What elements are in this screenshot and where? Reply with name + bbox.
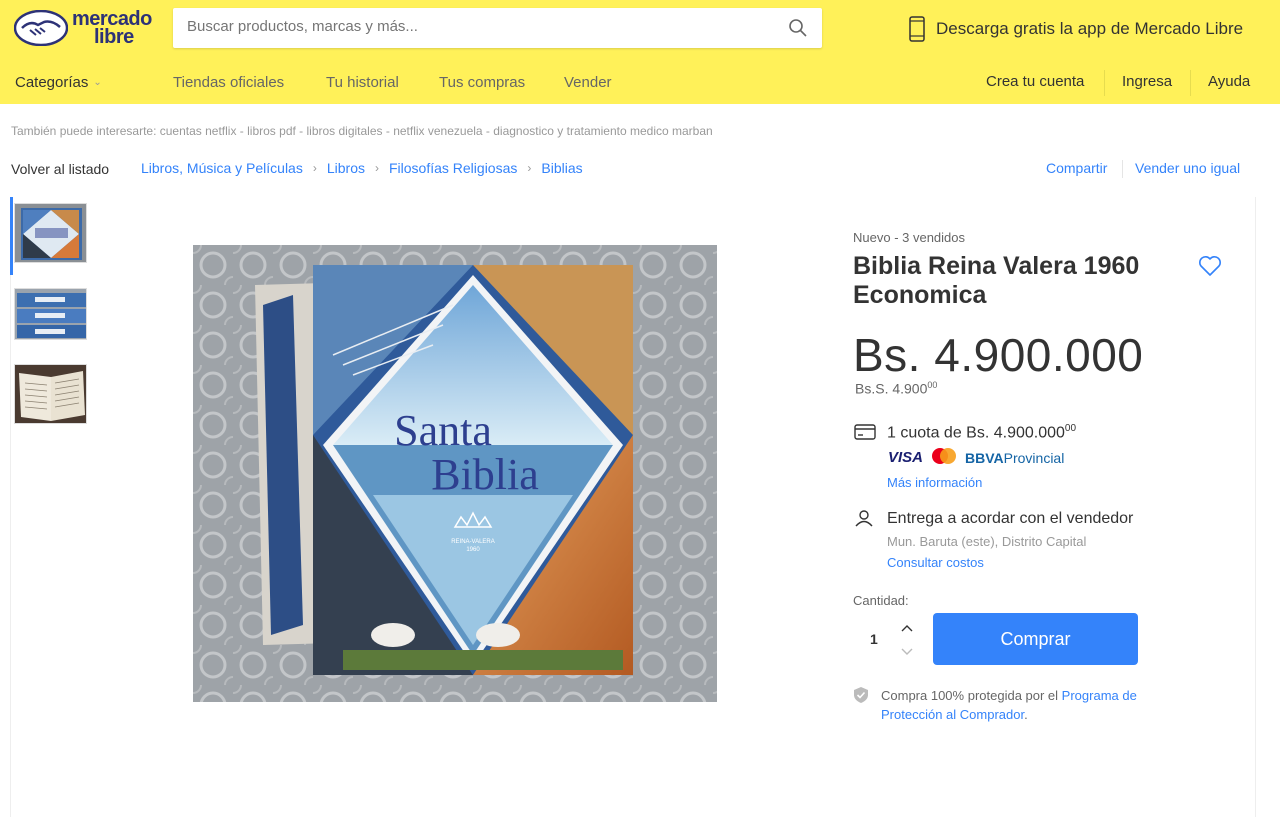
related-searches[interactable]: También puede interesarte: cuentas netfl… bbox=[11, 124, 713, 138]
breadcrumb-item[interactable]: Libros bbox=[327, 160, 365, 176]
back-to-listing-link[interactable]: Volver al listado bbox=[11, 161, 109, 177]
breadcrumb: Libros, Música y Películas › Libros › Fi… bbox=[141, 160, 583, 176]
nav-official-stores[interactable]: Tiendas oficiales bbox=[173, 74, 284, 91]
app-download-link[interactable]: Descarga gratis la app de Mercado Libre bbox=[906, 16, 1243, 42]
mastercard-icon bbox=[932, 448, 956, 464]
nav-purchases[interactable]: Tus compras bbox=[439, 74, 525, 91]
chevron-up-icon[interactable] bbox=[900, 622, 914, 634]
thumbnail-2[interactable] bbox=[14, 288, 87, 340]
login-link[interactable]: Ingresa bbox=[1122, 73, 1172, 90]
protection-text: Compra 100% protegida por el bbox=[881, 688, 1062, 703]
header: mercado libre Descarga gratis la app de … bbox=[0, 0, 1280, 104]
nav-sell[interactable]: Vender bbox=[564, 74, 612, 91]
app-promo-text: Descarga gratis la app de Mercado Libre bbox=[936, 19, 1244, 38]
divider bbox=[1122, 160, 1123, 178]
active-thumbnail-indicator bbox=[10, 197, 13, 275]
bible-cover-image: Santa Biblia REINA-VALERA 1960 bbox=[193, 245, 717, 702]
nav-history[interactable]: Tu historial bbox=[326, 74, 399, 91]
main-product-image[interactable]: Santa Biblia REINA-VALERA 1960 bbox=[193, 245, 717, 702]
cover-title-line-2: Biblia bbox=[431, 450, 539, 499]
shield-check-icon bbox=[854, 687, 868, 703]
breadcrumb-item[interactable]: Libros, Música y Películas bbox=[141, 160, 303, 176]
chevron-right-icon: › bbox=[527, 161, 532, 175]
more-info-link[interactable]: Más información bbox=[887, 475, 982, 490]
bible-cover-thumbnail bbox=[15, 204, 86, 262]
buyer-protection-text: Compra 100% protegida por el Programa de… bbox=[881, 686, 1181, 724]
chevron-down-icon[interactable] bbox=[900, 646, 914, 658]
chevron-right-icon: › bbox=[374, 161, 379, 175]
chevron-right-icon: › bbox=[312, 161, 317, 175]
check-costs-link[interactable]: Consultar costos bbox=[887, 555, 984, 570]
handshake-logo-icon bbox=[13, 9, 69, 47]
logo-wordmark: mercado libre bbox=[72, 9, 152, 48]
sell-same-link[interactable]: Vender uno igual bbox=[1135, 160, 1240, 176]
thumbnail-3[interactable] bbox=[14, 364, 87, 424]
phone-icon bbox=[909, 16, 925, 42]
installments-text: 1 cuota de Bs. 4.900.000 bbox=[887, 424, 1065, 442]
open-bible-thumbnail bbox=[15, 365, 86, 423]
credit-card-icon bbox=[854, 424, 876, 440]
heart-icon[interactable] bbox=[1198, 255, 1222, 277]
price-alternate: Bs.S. 4.90000 bbox=[855, 380, 937, 397]
search-bar bbox=[173, 8, 822, 48]
logo-line-2: libre bbox=[94, 26, 134, 48]
help-link[interactable]: Ayuda bbox=[1208, 73, 1250, 90]
nav-divider bbox=[1190, 70, 1191, 96]
cover-badge-line-1: REINA-VALERA bbox=[451, 539, 495, 545]
share-link[interactable]: Compartir bbox=[1046, 160, 1107, 176]
cover-badge-line-2: 1960 bbox=[466, 547, 480, 553]
bank-name-rest: Provincial bbox=[1003, 450, 1065, 466]
visa-logo: VISA bbox=[888, 449, 924, 466]
bank-name-bold: BBVA bbox=[965, 450, 1004, 466]
buy-button[interactable]: Comprar bbox=[933, 613, 1138, 665]
thumbnail-1[interactable] bbox=[14, 203, 87, 263]
quantity-value[interactable]: 1 bbox=[870, 631, 878, 647]
installments-cents: 00 bbox=[1064, 423, 1077, 434]
quantity-label: Cantidad: bbox=[853, 593, 909, 608]
categories-label: Categorías bbox=[15, 74, 89, 91]
installments-info: 1 cuota de Bs. 4.900.00000 bbox=[887, 423, 1076, 442]
cover-title-line-1: Santa bbox=[394, 406, 492, 455]
nav-divider bbox=[1104, 70, 1105, 96]
breadcrumb-item[interactable]: Filosofías Religiosas bbox=[389, 160, 517, 176]
chevron-down-icon: ⌄ bbox=[93, 77, 102, 88]
product-price: Bs. 4.900.000 bbox=[853, 329, 1144, 381]
price-alt-amount: Bs.S. 4.900 bbox=[855, 380, 928, 397]
bbva-provincial-logo: BBVAProvincial bbox=[965, 450, 1064, 466]
categories-menu[interactable]: Categorías ⌄ bbox=[15, 74, 102, 91]
product-title: Biblia Reina Valera 1960 Economica bbox=[853, 252, 1140, 309]
price-alt-cents: 00 bbox=[927, 380, 938, 390]
delivery-info: Entrega a acordar con el vendedor bbox=[887, 510, 1134, 527]
condition-sold: Nuevo - 3 vendidos bbox=[853, 230, 966, 245]
person-icon bbox=[855, 510, 873, 527]
create-account-link[interactable]: Crea tu cuenta bbox=[986, 73, 1084, 90]
search-input[interactable] bbox=[187, 18, 767, 35]
mercadolibre-logo[interactable]: mercado libre bbox=[13, 9, 164, 50]
bible-stack-thumbnail bbox=[15, 289, 86, 339]
breadcrumb-item[interactable]: Biblias bbox=[541, 160, 582, 176]
protection-end: . bbox=[1024, 707, 1028, 722]
search-icon[interactable] bbox=[788, 18, 808, 38]
seller-location: Mun. Baruta (este), Distrito Capital bbox=[887, 534, 1087, 549]
